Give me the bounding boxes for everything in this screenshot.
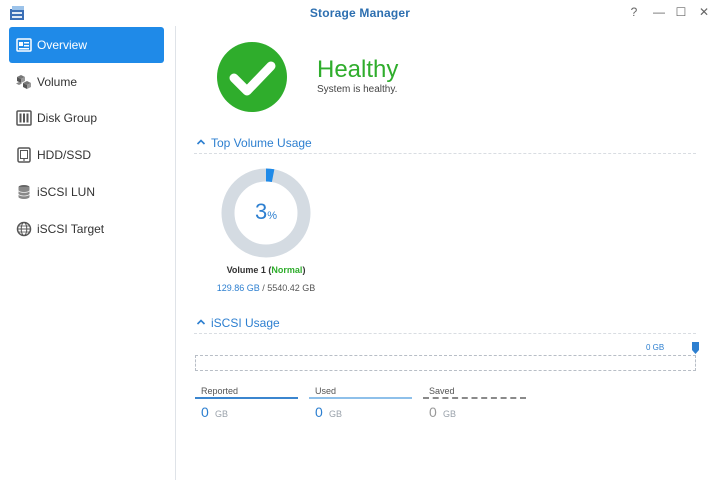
title-bar: Storage Manager ? — ☐ ✕	[0, 0, 720, 26]
sidebar-item-label: iSCSI Target	[37, 222, 105, 236]
sidebar-item-overview[interactable]: Overview	[9, 27, 164, 63]
stat-label: Saved	[429, 386, 455, 396]
sidebar-item-label: iSCSI LUN	[37, 185, 96, 199]
iscsi-max-label: 0 GB	[646, 343, 665, 352]
help-icon[interactable]: ?	[626, 4, 642, 20]
window-title: Storage Manager	[309, 6, 411, 20]
stat-label: Reported	[201, 386, 239, 396]
sidebar-item-label: HDD/SSD	[37, 148, 92, 162]
section-title: Top Volume Usage	[211, 136, 312, 150]
sidebar-item-label: Volume	[37, 75, 78, 89]
stat-value: 0	[429, 404, 437, 420]
usage-percent: 3	[255, 199, 267, 224]
stat-value: 0	[201, 404, 209, 420]
healthy-status-icon	[217, 42, 287, 112]
volume-name-line: Volume 1 (Normal)	[176, 265, 356, 275]
sidebar-item-disk-group[interactable]: Disk Group	[9, 100, 164, 136]
disk-group-icon	[16, 110, 32, 126]
sidebar-item-iscsi-target[interactable]: iSCSI Target	[9, 211, 164, 247]
volume-used: 129.86 GB	[216, 283, 260, 293]
volume-icon	[16, 75, 31, 89]
top-volume-usage-header[interactable]: Top Volume Usage	[194, 132, 696, 154]
volume-name: Volume 1	[226, 265, 266, 275]
close-icon[interactable]: ✕	[696, 4, 712, 20]
iscsi-usage-header[interactable]: iSCSI Usage	[194, 312, 696, 334]
stat-unit: GB	[329, 409, 343, 419]
status-subtitle: System is healthy.	[317, 84, 398, 95]
volume-total: 5540.42 GB	[267, 283, 316, 293]
sidebar: Overview Volume Disk Group HDD/SSD iSCSI…	[0, 26, 176, 480]
main-content: Healthy System is healthy. Top Volume Us…	[176, 26, 720, 480]
chevron-up-icon[interactable]	[196, 317, 206, 327]
stat-value: 0	[315, 404, 323, 420]
paren-close: )	[302, 265, 306, 275]
svg-text:3%: 3%	[255, 199, 277, 224]
hdd-icon	[17, 147, 31, 163]
minimize-icon[interactable]: —	[651, 4, 667, 20]
stat-used: Used 0 GB	[309, 384, 412, 424]
stat-reported: Reported 0 GB	[195, 384, 298, 424]
stat-unit: GB	[215, 409, 229, 419]
volume-status: Normal	[271, 265, 303, 275]
volume-size-line: 129.86 GB / 5540.42 GB	[176, 283, 356, 293]
maximize-icon[interactable]: ☐	[673, 4, 689, 20]
stat-saved: Saved 0 GB	[423, 384, 526, 424]
sidebar-item-hdd-ssd[interactable]: HDD/SSD	[9, 137, 164, 173]
stat-divider	[423, 397, 526, 399]
checkmark-icon	[229, 61, 276, 96]
usage-marker-icon	[692, 342, 699, 354]
sidebar-item-label: Overview	[37, 38, 88, 52]
status-title: Healthy	[317, 56, 399, 83]
stat-unit: GB	[443, 409, 457, 419]
lun-icon	[18, 185, 30, 199]
stat-divider	[309, 397, 412, 399]
section-title: iSCSI Usage	[211, 316, 280, 330]
stat-label: Used	[315, 386, 337, 396]
chevron-up-icon[interactable]	[196, 137, 206, 147]
sidebar-item-volume[interactable]: Volume	[9, 64, 164, 100]
overview-icon	[16, 38, 32, 52]
volume-usage-donut: 3%	[220, 167, 312, 259]
stat-divider	[195, 397, 298, 399]
usage-percent-symbol: %	[267, 210, 277, 222]
iscsi-usage-bar	[195, 355, 696, 371]
sidebar-item-label: Disk Group	[37, 111, 98, 125]
sidebar-item-iscsi-lun[interactable]: iSCSI LUN	[9, 174, 164, 210]
globe-icon	[16, 221, 32, 237]
